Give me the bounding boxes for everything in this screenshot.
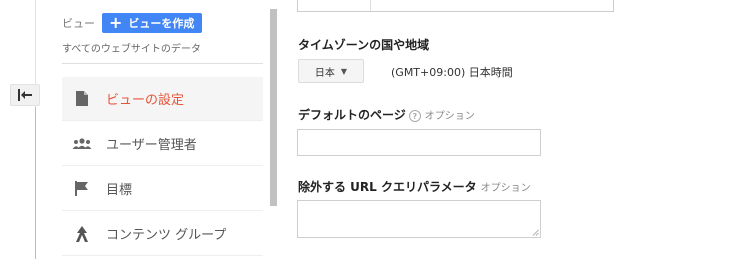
- flag-icon: [72, 179, 92, 199]
- previous-field-fragment: [297, 0, 614, 12]
- timezone-country-select[interactable]: 日本 ▼: [298, 59, 364, 83]
- default-page-input[interactable]: [297, 129, 541, 156]
- menu-item-label: ビューの設定: [106, 93, 185, 108]
- plus-icon: +: [109, 13, 123, 32]
- resize-grip-icon[interactable]: [532, 229, 539, 236]
- nav-divider-line-dark: [35, 107, 36, 259]
- document-icon: [72, 89, 92, 109]
- menu-item-label: コンテンツ グループ: [106, 228, 227, 243]
- default-page-label: デフォルトのページ: [298, 108, 406, 122]
- timezone-value: (GMT+09:00) 日本時間: [391, 66, 513, 79]
- users-icon: [72, 134, 92, 154]
- menu-item-goals[interactable]: 目標: [62, 167, 263, 211]
- create-view-label: ビューを作成: [128, 17, 195, 30]
- menu-scrollbar[interactable]: [270, 9, 277, 206]
- menu-item-user-management[interactable]: ユーザー管理者: [62, 122, 263, 166]
- create-view-button[interactable]: + ビューを作成: [102, 13, 203, 33]
- exclude-params-label-row: 除外する URL クエリパラメータ オプション: [298, 178, 531, 195]
- view-label: ビュー: [62, 17, 95, 30]
- menu-item-content-grouping[interactable]: コンテンツ グループ: [62, 212, 263, 256]
- field-divider: [370, 0, 371, 11]
- menu-item-label: 目標: [106, 183, 133, 198]
- timezone-country-value: 日本: [314, 67, 335, 79]
- optional-label: オプション: [424, 111, 475, 122]
- view-menu: ビューの設定 ユーザー管理者 目標 コンテンツ グループ: [62, 77, 263, 257]
- view-selector-row: ビュー + ビューを作成: [62, 13, 203, 33]
- exclude-params-textarea[interactable]: [297, 200, 541, 238]
- exclude-params-label: 除外する URL クエリパラメータ: [298, 180, 477, 194]
- back-arrow-icon: [18, 89, 32, 101]
- menu-item-view-settings[interactable]: ビューの設定: [62, 77, 263, 121]
- optional-label: オプション: [480, 183, 531, 194]
- current-view-name[interactable]: すべてのウェブサイトのデータ: [62, 40, 263, 64]
- content-group-icon: [72, 224, 92, 244]
- help-icon[interactable]: ?: [408, 109, 421, 122]
- back-button[interactable]: [10, 84, 40, 106]
- chevron-down-icon: ▼: [340, 66, 348, 76]
- default-page-label-row: デフォルトのページ? オプション: [298, 106, 475, 123]
- timezone-label: タイムゾーンの国や地域: [298, 38, 430, 52]
- menu-item-label: ユーザー管理者: [106, 138, 197, 153]
